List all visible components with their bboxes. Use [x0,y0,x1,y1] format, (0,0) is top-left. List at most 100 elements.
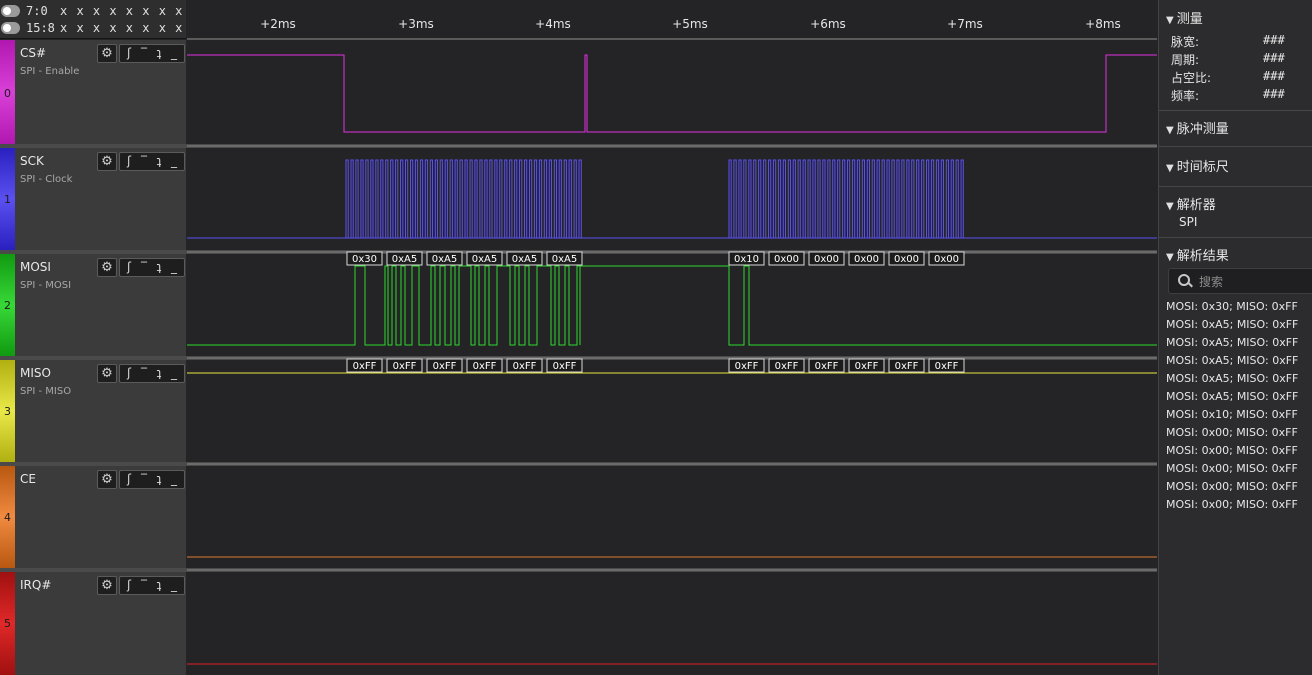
decode-box[interactable]: 0x00 [808,251,845,266]
decode-box[interactable]: 0xFF [426,358,463,373]
low-level-icon[interactable]: _ [167,577,181,593]
toggle-switch-high[interactable] [1,22,20,34]
result-item[interactable]: MOSI: 0xA5; MISO: 0xFF [1166,336,1298,349]
channel-name[interactable]: MOSI [20,260,51,274]
channel-panel[interactable]: 0 CS# SPI - Enable ⚙ ʃ ‾ ʇ _ [0,40,186,144]
channel-panel[interactable]: 5 IRQ# ⚙ ʃ ‾ ʇ _ [0,572,186,675]
falling-edge-icon[interactable]: ʇ [152,365,166,381]
measure-section-header[interactable]: ▼ 测量 [1166,8,1203,27]
decode-box[interactable]: 0xFF [386,358,423,373]
decode-box[interactable]: 0x00 [848,251,885,266]
rising-edge-icon[interactable]: ʃ [122,471,136,487]
decode-box[interactable]: 0x30 [346,251,383,266]
decode-box[interactable]: 0x00 [768,251,805,266]
high-level-icon[interactable]: ‾ [137,45,151,61]
decode-box[interactable]: 0xA5 [546,251,583,266]
result-item[interactable]: MOSI: 0xA5; MISO: 0xFF [1166,390,1298,403]
collapse-arrow-icon[interactable]: ▼ [1166,163,1174,174]
decode-box[interactable]: 0xA5 [466,251,503,266]
decode-box[interactable]: 0xFF [466,358,503,373]
gear-icon[interactable]: ⚙ [97,152,117,171]
result-item[interactable]: MOSI: 0x00; MISO: 0xFF [1166,462,1298,475]
low-level-icon[interactable]: _ [167,365,181,381]
result-item[interactable]: MOSI: 0x10; MISO: 0xFF [1166,408,1298,421]
falling-edge-icon[interactable]: ʇ [152,153,166,169]
decode-box[interactable]: 0xA5 [426,251,463,266]
gear-icon[interactable]: ⚙ [97,258,117,277]
falling-edge-icon[interactable]: ʇ [152,471,166,487]
results-header[interactable]: ▼ 解析结果 [1166,245,1229,264]
high-level-icon[interactable]: ‾ [137,471,151,487]
timescale-header[interactable]: ▼ 时间标尺 [1166,156,1229,175]
low-level-icon[interactable]: _ [167,471,181,487]
gear-icon[interactable]: ⚙ [97,470,117,489]
result-item[interactable]: MOSI: 0x00; MISO: 0xFF [1166,426,1298,439]
analyzer-header[interactable]: ▼ 解析器 [1166,194,1216,213]
trigger-selector[interactable]: ʃ ‾ ʇ _ [119,364,185,383]
high-level-icon[interactable]: ‾ [137,577,151,593]
trigger-selector[interactable]: ʃ ‾ ʇ _ [119,576,185,595]
falling-edge-icon[interactable]: ʇ [152,45,166,61]
channel-panel[interactable]: 1 SCK SPI - Clock ⚙ ʃ ‾ ʇ _ [0,148,186,250]
analyzer-item-spi[interactable]: SPI [1179,215,1197,229]
search-input[interactable]: 搜索 [1168,268,1312,294]
channel-name[interactable]: SCK [20,154,44,168]
result-item[interactable]: MOSI: 0xA5; MISO: 0xFF [1166,318,1298,331]
collapse-arrow-icon[interactable]: ▼ [1166,125,1174,136]
result-item[interactable]: MOSI: 0x00; MISO: 0xFF [1166,498,1298,511]
decode-box[interactable]: 0xFF [888,358,925,373]
collapse-arrow-icon[interactable]: ▼ [1166,15,1174,26]
result-item[interactable]: MOSI: 0xA5; MISO: 0xFF [1166,354,1298,367]
result-item[interactable]: MOSI: 0x30; MISO: 0xFF [1166,300,1298,313]
channel-name[interactable]: IRQ# [20,578,51,592]
gear-icon[interactable]: ⚙ [97,364,117,383]
decode-box[interactable]: 0xFF [848,358,885,373]
high-level-icon[interactable]: ‾ [137,153,151,169]
rising-edge-icon[interactable]: ʃ [122,259,136,275]
gear-icon[interactable]: ⚙ [97,576,117,595]
trigger-selector[interactable]: ʃ ‾ ʇ _ [119,44,185,63]
decode-box[interactable]: 0xA5 [506,251,543,266]
toggle-switch-low[interactable] [1,5,20,17]
channel-panel[interactable]: 4 CE ⚙ ʃ ‾ ʇ _ [0,466,186,568]
collapse-arrow-icon[interactable]: ▼ [1166,252,1174,263]
decode-box[interactable]: 0xA5 [386,251,423,266]
rising-edge-icon[interactable]: ʃ [122,153,136,169]
gear-icon[interactable]: ⚙ [97,44,117,63]
trigger-selector[interactable]: ʃ ‾ ʇ _ [119,258,185,277]
falling-edge-icon[interactable]: ʇ [152,577,166,593]
time-ruler[interactable]: +2ms +3ms +4ms +5ms +6ms +7ms +8ms [187,0,1157,40]
decode-box[interactable]: 0xFF [928,358,965,373]
trigger-selector[interactable]: ʃ ‾ ʇ _ [119,470,185,489]
rising-edge-icon[interactable]: ʃ [122,45,136,61]
low-level-icon[interactable]: _ [167,259,181,275]
decode-box[interactable]: 0x00 [928,251,965,266]
result-item[interactable]: MOSI: 0x00; MISO: 0xFF [1166,444,1298,457]
channel-name[interactable]: CE [20,472,36,486]
low-level-icon[interactable]: _ [167,45,181,61]
decode-box[interactable]: 0xFF [346,358,383,373]
channel-panel[interactable]: 2 MOSI SPI - MOSI ⚙ ʃ ‾ ʇ _ [0,254,186,356]
channel-panel[interactable]: 3 MISO SPI - MISO ⚙ ʃ ‾ ʇ _ [0,360,186,462]
decode-box[interactable]: 0x10 [728,251,765,266]
high-level-icon[interactable]: ‾ [137,365,151,381]
pulse-measure-header[interactable]: ▼ 脉冲测量 [1166,118,1229,137]
decode-box[interactable]: 0x00 [888,251,925,266]
channel-name[interactable]: CS# [20,46,46,60]
decode-box[interactable]: 0xFF [728,358,765,373]
decode-box[interactable]: 0xFF [768,358,805,373]
decode-box[interactable]: 0xFF [546,358,583,373]
waveform-canvas[interactable]: 0x30 0xA5 0xA5 0xA5 0xA5 0xA5 0x10 0x00 … [187,40,1157,675]
result-item[interactable]: MOSI: 0x00; MISO: 0xFF [1166,480,1298,493]
result-item[interactable]: MOSI: 0xA5; MISO: 0xFF [1166,372,1298,385]
channel-name[interactable]: MISO [20,366,51,380]
trigger-selector[interactable]: ʃ ‾ ʇ _ [119,152,185,171]
rising-edge-icon[interactable]: ʃ [122,577,136,593]
rising-edge-icon[interactable]: ʃ [122,365,136,381]
falling-edge-icon[interactable]: ʇ [152,259,166,275]
decode-box[interactable]: 0xFF [808,358,845,373]
high-level-icon[interactable]: ‾ [137,259,151,275]
collapse-arrow-icon[interactable]: ▼ [1166,201,1174,212]
low-level-icon[interactable]: _ [167,153,181,169]
decode-box[interactable]: 0xFF [506,358,543,373]
